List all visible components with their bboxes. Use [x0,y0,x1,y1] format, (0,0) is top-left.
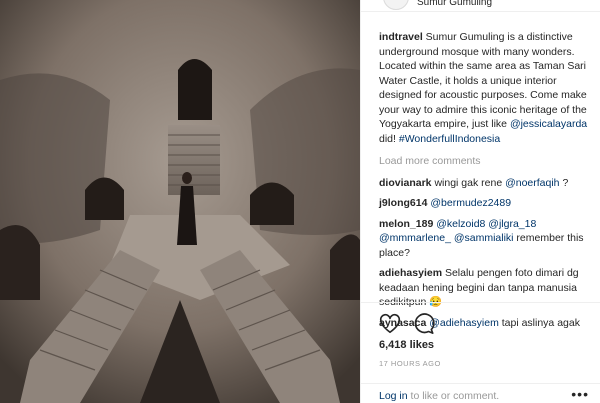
more-options-icon[interactable]: ••• [571,386,589,402]
comment-text: wingi gak rene [431,176,506,189]
caption-hashtag[interactable]: #WonderfullIndonesia [399,133,500,145]
comment-mention[interactable]: @noerfaqih [505,177,559,189]
caption-text: Sumur Gumuling is a distinctive undergro… [379,31,587,130]
post-timestamp[interactable]: 17 HOURS AGO [379,359,441,368]
instagram-post: Sumur Gumuling indtravel Sumur Gumuling … [0,0,600,403]
comment-mention[interactable]: @bermudez2489 [430,197,511,209]
location-link[interactable]: Sumur Gumuling [417,0,492,8]
login-link[interactable]: Log in [379,390,408,402]
comment-username[interactable]: melon_189 [379,218,433,230]
post-photo[interactable] [0,0,360,403]
avatar[interactable] [383,0,409,10]
likes-count[interactable]: 6,418 likes [379,339,434,351]
sumur-gumuling-image [0,0,360,403]
caption-username[interactable]: indtravel [379,31,423,43]
comment-icon[interactable] [413,313,435,335]
comments-section: indtravel Sumur Gumuling is a distinctiv… [379,30,593,336]
caption-mention[interactable]: @jessicalayarda [510,118,587,130]
comment-text-end: ? [559,176,569,189]
comment-username[interactable]: diovianark [379,177,432,189]
login-prompt: Log in to like or comment. [379,390,499,402]
caption: indtravel Sumur Gumuling is a distinctiv… [379,30,593,146]
caption-text-2: did! [379,132,399,145]
comment: diovianark wingi gak rene @noerfaqih ? [379,176,593,191]
comment: melon_189 @kelzoid8 @jlgra_18 @mmmarlene… [379,217,593,261]
heart-icon[interactable] [379,313,401,335]
login-bar: Log in to like or comment. ••• [361,383,600,403]
login-text: to like or comment. [407,390,500,402]
comment-username[interactable]: j9long614 [379,197,427,209]
load-more-comments[interactable]: Load more comments [379,154,593,169]
comment: j9long614 @bermudez2489 [379,196,593,211]
comment-username[interactable]: adiehasyiem [379,267,442,279]
post-header: Sumur Gumuling [361,0,600,12]
post-sidebar: Sumur Gumuling indtravel Sumur Gumuling … [360,0,600,403]
action-icons [379,313,435,335]
post-actions: 6,418 likes 17 HOURS AGO Log in to like … [361,302,600,403]
